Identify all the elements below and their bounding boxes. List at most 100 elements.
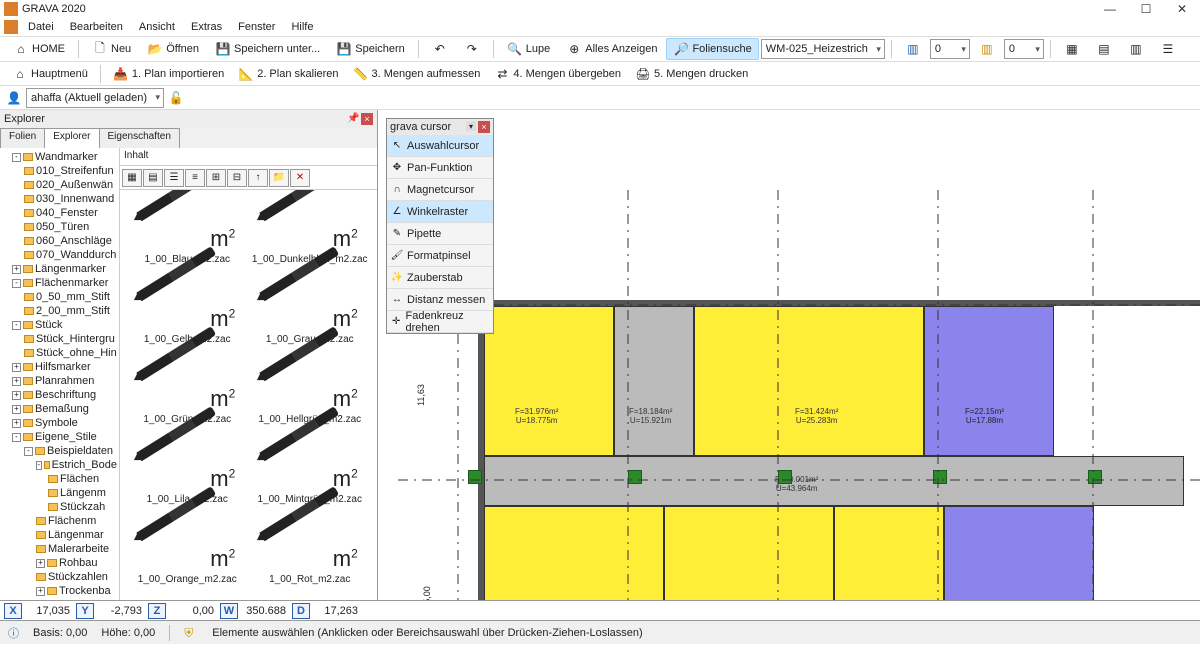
room-area[interactable]: F=31.976m² U=18.775m <box>484 306 614 456</box>
menu-datei[interactable]: Datei <box>22 20 60 34</box>
num2-dropdown[interactable]: 0 <box>1004 39 1044 59</box>
room-area[interactable]: F=28.223m² U=22.818m <box>484 506 664 600</box>
view-list-icon[interactable]: ☰ <box>164 169 184 187</box>
flag2-button[interactable]: ▥ <box>972 38 1002 60</box>
step3-button[interactable]: 📏3. Mengen aufmessen <box>347 64 487 84</box>
step4-button[interactable]: ⇄4. Mengen übergeben <box>488 64 627 84</box>
new-folder-icon[interactable]: 📁 <box>269 169 289 187</box>
step1-button[interactable]: 📥1. Plan importieren <box>107 64 230 84</box>
menu-fenster[interactable]: Fenster <box>232 20 281 34</box>
expander-icon[interactable]: + <box>12 419 21 428</box>
view3-button[interactable]: ▥ <box>1121 38 1151 60</box>
view-grid-icon[interactable]: ⊟ <box>227 169 247 187</box>
close-icon[interactable]: × <box>478 121 490 133</box>
step5-button[interactable]: 🖨5. Mengen drucken <box>629 64 754 84</box>
tree-item[interactable]: Malerarbeite <box>2 542 117 556</box>
minimize-button[interactable]: — <box>1096 1 1124 17</box>
view4-button[interactable]: ☰ <box>1153 38 1183 60</box>
tree-item[interactable]: Stück_Hintergru <box>2 332 117 346</box>
tree-item[interactable]: Längenm <box>2 486 117 500</box>
open-button[interactable]: 📂Öffnen <box>140 38 206 60</box>
tree-item[interactable]: 010_Streifenfun <box>2 164 117 178</box>
tree-item[interactable]: -Stück <box>2 318 117 332</box>
tree-item[interactable]: +Rohbau <box>2 556 117 570</box>
marker-item[interactable]: m21_00_Rot_m2.zac <box>251 518 370 592</box>
maximize-button[interactable]: ☐ <box>1132 1 1160 17</box>
pin-icon[interactable]: 📌 <box>347 113 359 125</box>
save-button[interactable]: 💾Speichern <box>329 38 412 60</box>
lock-icon[interactable]: 🔓 <box>168 90 184 106</box>
save-as-button[interactable]: 💾Speichern unter... <box>208 38 327 60</box>
close-icon[interactable]: × <box>361 113 373 125</box>
tree-item[interactable]: Stückzahlen <box>2 570 117 584</box>
tree-item[interactable]: 050_Türen <box>2 220 117 234</box>
tree-item[interactable]: 020_Außenwän <box>2 178 117 192</box>
expander-icon[interactable]: + <box>12 265 21 274</box>
tree-item[interactable]: -Eigene_Stile <box>2 430 117 444</box>
view-large-icon[interactable]: ▦ <box>122 169 142 187</box>
toolbox-item[interactable]: ↔Distanz messen <box>387 289 493 311</box>
tree-item[interactable]: Stückzah <box>2 500 117 514</box>
toolbox-title[interactable]: grava cursor ▾ × <box>387 119 493 135</box>
tree-view[interactable]: -Wandmarker010_Streifenfun020_Außenwän03… <box>0 148 120 600</box>
tree-item[interactable]: +Bemaßung <box>2 402 117 416</box>
home-button[interactable]: ⌂HOME <box>6 38 72 60</box>
tree-item[interactable]: Flächen <box>2 472 117 486</box>
tree-item[interactable]: Stück_ohne_Hin <box>2 346 117 360</box>
tree-item[interactable]: -Estrich_Bode <box>2 458 117 472</box>
tree-item[interactable]: +Kopiervorlagen <box>2 598 117 600</box>
expander-icon[interactable]: + <box>36 587 45 596</box>
toolbox-item[interactable]: ↖Auswahlcursor <box>387 135 493 157</box>
zoom-button[interactable]: 🔍Lupe <box>500 38 557 60</box>
sort-asc-icon[interactable]: ↑ <box>248 169 268 187</box>
menu-bearbeiten[interactable]: Bearbeiten <box>64 20 129 34</box>
layer-dropdown[interactable]: WM-025_Heizestrich <box>761 39 885 59</box>
view1-button[interactable]: ▦ <box>1057 38 1087 60</box>
view-small-icon[interactable]: ▤ <box>143 169 163 187</box>
toolbox-item[interactable]: ∩Magnetcursor <box>387 179 493 201</box>
tree-item[interactable]: +Beschriftung <box>2 388 117 402</box>
undo-button[interactable]: ↶ <box>425 38 455 60</box>
tree-item[interactable]: +Hilfsmarker <box>2 360 117 374</box>
new-button[interactable]: 🗋Neu <box>85 38 138 60</box>
tree-item[interactable]: 060_Anschläge <box>2 234 117 248</box>
expander-icon[interactable]: - <box>12 279 21 288</box>
hauptmenu-button[interactable]: ⌂Hauptmenü <box>6 64 94 84</box>
expander-icon[interactable]: - <box>24 447 33 456</box>
close-button[interactable]: ✕ <box>1168 1 1196 17</box>
room-area[interactable]: F=31.424m² U=25.283m <box>694 306 924 456</box>
layer-search-button[interactable]: 🔎Foliensuche <box>666 38 758 60</box>
redo-button[interactable]: ↷ <box>457 38 487 60</box>
menu-hilfe[interactable]: Hilfe <box>285 20 319 34</box>
tree-item[interactable]: +Symbole <box>2 416 117 430</box>
room-area[interactable]: F=27.525m² U=22.102m <box>664 506 834 600</box>
tree-item[interactable]: Flächenm <box>2 514 117 528</box>
delete-icon[interactable]: ✕ <box>290 169 310 187</box>
tab-eigenschaften[interactable]: Eigenschaften <box>99 128 180 148</box>
expander-icon[interactable]: - <box>12 433 21 442</box>
room-area[interactable]: F=13.08m² U=15.2m <box>944 506 1094 600</box>
toolbox-item[interactable]: ✥Pan-Funktion <box>387 157 493 179</box>
view2-button[interactable]: ▤ <box>1089 38 1119 60</box>
marker-item[interactable]: m21_00_Orange_m2.zac <box>128 518 247 592</box>
expander-icon[interactable]: - <box>12 153 21 162</box>
corridor-area[interactable]: F=40.001m² U=43.964m <box>484 456 1184 506</box>
expander-icon[interactable]: - <box>12 321 21 330</box>
flag1-button[interactable]: ▥ <box>898 38 928 60</box>
tree-item[interactable]: +Planrahmen <box>2 374 117 388</box>
expander-icon[interactable]: - <box>36 461 42 470</box>
expander-icon[interactable]: + <box>12 377 21 386</box>
plan-canvas[interactable]: grava cursor ▾ × ↖Auswahlcursor✥Pan-Funk… <box>378 110 1200 600</box>
tab-folien[interactable]: Folien <box>0 128 45 148</box>
expander-icon[interactable]: + <box>12 391 21 400</box>
expander-icon[interactable]: + <box>12 363 21 372</box>
tree-item[interactable]: Längenmar <box>2 528 117 542</box>
tree-item[interactable]: 070_Wanddurch <box>2 248 117 262</box>
tree-item[interactable]: -Flächenmarker <box>2 276 117 290</box>
room-area[interactable]: F=18.184m² U=15.921m <box>614 306 694 456</box>
toolbox-item[interactable]: ✛Fadenkreuz drehen <box>387 311 493 333</box>
tree-item[interactable]: +Längenmarker <box>2 262 117 276</box>
tree-item[interactable]: 0_50_mm_Stift <box>2 290 117 304</box>
step2-button[interactable]: 📐2. Plan skalieren <box>232 64 344 84</box>
expander-icon[interactable]: + <box>36 559 45 568</box>
